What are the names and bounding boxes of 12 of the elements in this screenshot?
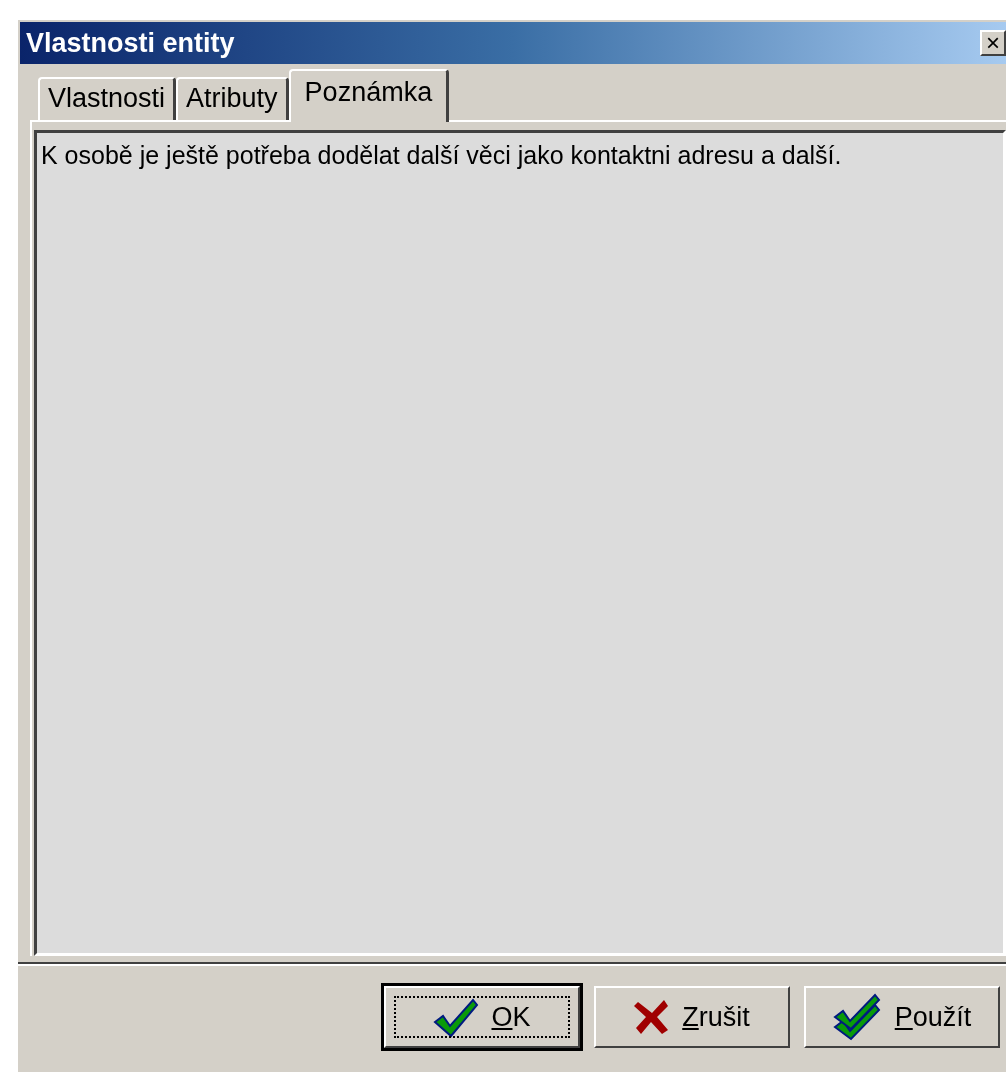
tab[interactable]: Atributy	[176, 77, 289, 120]
ok-button[interactable]: OK	[384, 986, 580, 1048]
double-checkmark-icon	[832, 993, 883, 1041]
apply-button[interactable]: Použít	[804, 986, 1000, 1048]
window-title: Vlastnosti entity	[26, 27, 235, 59]
checkmark-icon	[433, 996, 480, 1038]
note-field[interactable]: K osobě je ještě potřeba dodělat další věci jako kontaktni adresu a další.	[34, 130, 1006, 956]
tab[interactable]: Vlastnosti	[38, 77, 177, 120]
cancel-button[interactable]: Zrušit	[594, 986, 790, 1048]
tab[interactable]: Poznámka	[288, 69, 450, 122]
cross-icon	[634, 998, 671, 1036]
close-button[interactable]: ×	[980, 30, 1006, 56]
